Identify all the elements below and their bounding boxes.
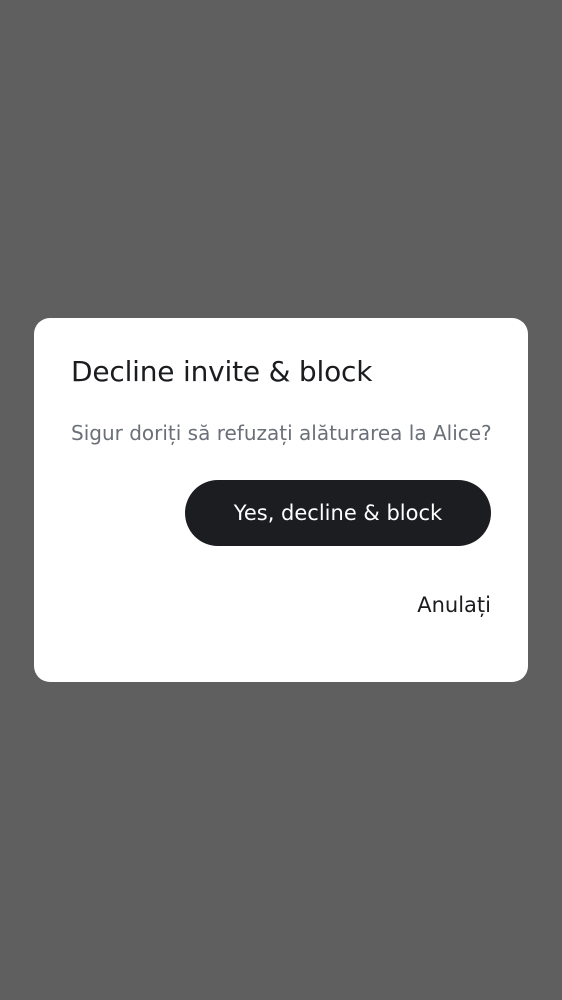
dialog-message: Sigur doriți să refuzați alăturarea la A… [71,421,492,445]
cancel-button-label: Anulați [417,593,491,617]
decline-and-block-button[interactable]: Yes, decline & block [185,480,491,546]
decline-block-dialog: Decline invite & block Sigur doriți să r… [34,318,528,682]
cancel-button[interactable]: Anulați [369,580,491,630]
dialog-title: Decline invite & block [71,355,373,388]
